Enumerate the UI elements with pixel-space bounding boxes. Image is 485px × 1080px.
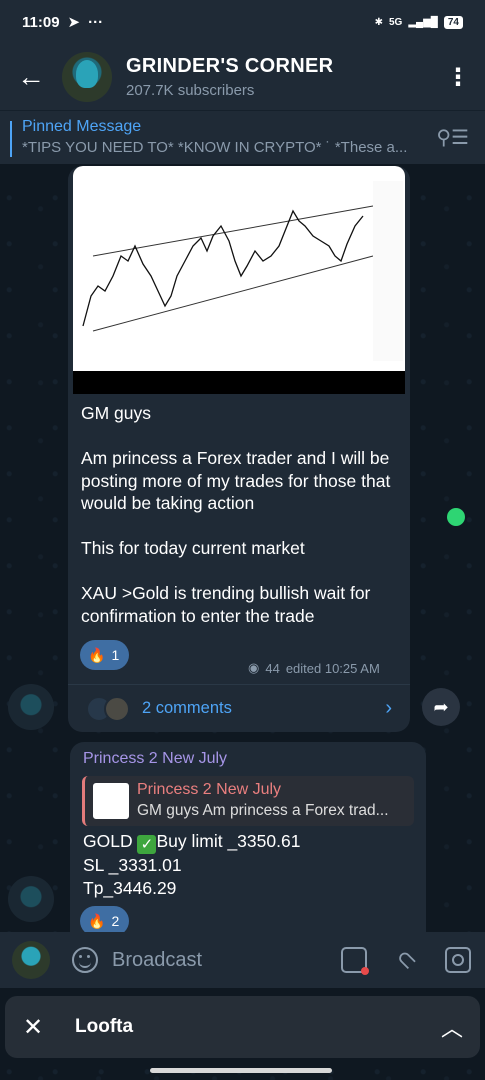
trade-asset: GOLD — [83, 831, 138, 851]
reaction-count: 2 — [111, 913, 120, 929]
post-text: GM guys Am princess a Forex trader and I… — [81, 402, 401, 627]
status-bar: 11:09 ➤ ··· ✱ 5G ▂▄▆█ 74 — [0, 0, 485, 44]
fire-icon: 🔥 — [88, 646, 106, 663]
trade-stop-loss: SL _3331.01 — [83, 855, 182, 875]
channel-info[interactable]: GRINDER'S CORNER 207.7K subscribers — [126, 55, 333, 99]
trade-buy-limit: Buy limit _3350.61 — [156, 831, 301, 851]
comments-label: 2 comments — [142, 699, 232, 717]
post-line: XAU >Gold is trending bullish wait for c… — [81, 583, 371, 626]
attach-icon[interactable]: ⊂ — [388, 942, 425, 979]
post-meta: ◉ 44 edited 10:25 AM — [248, 660, 380, 676]
reply-text: GM guys Am princess a Forex trad... — [137, 802, 389, 819]
channel-post[interactable]: GM guys Am princess a Forex trader and I… — [68, 166, 410, 732]
emoji-icon[interactable] — [72, 947, 98, 973]
reaction-chip[interactable]: 🔥 2 — [80, 906, 130, 932]
channel-header: ← GRINDER'S CORNER 207.7K subscribers ⋮ — [0, 44, 485, 110]
send-as-avatar[interactable] — [12, 941, 50, 979]
share-icon[interactable]: ➦ — [422, 688, 460, 726]
post-line: This for today current market — [81, 538, 305, 558]
reaction-chip[interactable]: 🔥 1 — [80, 640, 130, 670]
channel-post-2[interactable]: Princess 2 New July Princess 2 New July … — [70, 742, 426, 932]
edited-time: edited 10:25 AM — [285, 660, 380, 676]
chart-image-drawing — [82, 181, 403, 361]
sender-avatar[interactable] — [8, 684, 54, 730]
trade-details: GOLD ✓ Buy limit _3350.61 SL _3331.01 Tp_… — [83, 830, 300, 900]
mini-app-name: Loofta — [75, 1016, 134, 1037]
online-indicator — [447, 508, 465, 526]
gesture-nav-bar[interactable] — [150, 1068, 332, 1073]
battery-indicator: 74 — [443, 15, 463, 29]
input-bar: Broadcast ⊂ — [0, 932, 485, 988]
eye-icon: ◉ — [248, 660, 260, 675]
check-icon: ✓ — [137, 835, 157, 854]
reply-quote[interactable]: Princess 2 New July GM guys Am princess … — [82, 776, 414, 826]
telegram-icon: ➤ — [67, 14, 81, 31]
reaction-count: 1 — [111, 647, 120, 663]
post-author: Princess 2 New July — [83, 750, 228, 767]
channel-avatar[interactable] — [62, 52, 112, 102]
back-arrow-icon[interactable]: ← — [0, 61, 62, 93]
pinned-message-bar[interactable]: Pinned Message *TIPS YOU NEED TO* *KNOW … — [0, 110, 485, 164]
sender-avatar[interactable] — [8, 876, 54, 922]
subscriber-count: 207.7K subscribers — [126, 82, 255, 99]
camera-icon[interactable] — [445, 947, 471, 973]
network-label: 5G — [388, 16, 403, 28]
view-count: 44 — [265, 660, 280, 676]
reply-thumbnail — [93, 783, 129, 819]
chevron-up-icon[interactable]: ︿ — [424, 1011, 480, 1043]
more-vertical-icon[interactable]: ⋮ — [431, 63, 485, 92]
fire-icon: 🔥 — [88, 912, 106, 929]
pinned-list-icon[interactable]: ⚲☰ — [436, 125, 469, 150]
post-line: GM guys — [81, 403, 152, 423]
chart-image[interactable] — [73, 166, 405, 394]
mini-app-bar[interactable]: ✕ Loofta ︿ — [5, 996, 480, 1058]
close-icon[interactable]: ✕ — [5, 1013, 61, 1042]
schedule-calendar-icon[interactable] — [341, 947, 369, 975]
more-icon: ··· — [88, 13, 104, 31]
message-input[interactable]: Broadcast — [112, 949, 202, 972]
comments-button[interactable]: 2 comments › — [68, 684, 410, 732]
reply-author: Princess 2 New July — [137, 781, 282, 798]
signal-icon: ▂▄▆█ — [408, 16, 438, 28]
pinned-label: Pinned Message — [22, 118, 142, 135]
status-time: 11:09 — [22, 13, 60, 31]
channel-title: GRINDER'S CORNER — [126, 55, 334, 77]
trade-take-profit: Tp_3446.29 — [83, 878, 177, 898]
post-line: Am princess a Forex trader and I will be… — [81, 448, 391, 513]
chevron-right-icon: › — [385, 697, 392, 719]
bluetooth-icon: ✱ — [374, 16, 383, 28]
pinned-text: *TIPS YOU NEED TO* *KNOW IN CRYPTO* ˙ *T… — [22, 139, 408, 156]
commenter-avatar — [104, 695, 130, 722]
trade-entry: GOLD ✓ Buy limit _3350.61 — [83, 830, 300, 854]
